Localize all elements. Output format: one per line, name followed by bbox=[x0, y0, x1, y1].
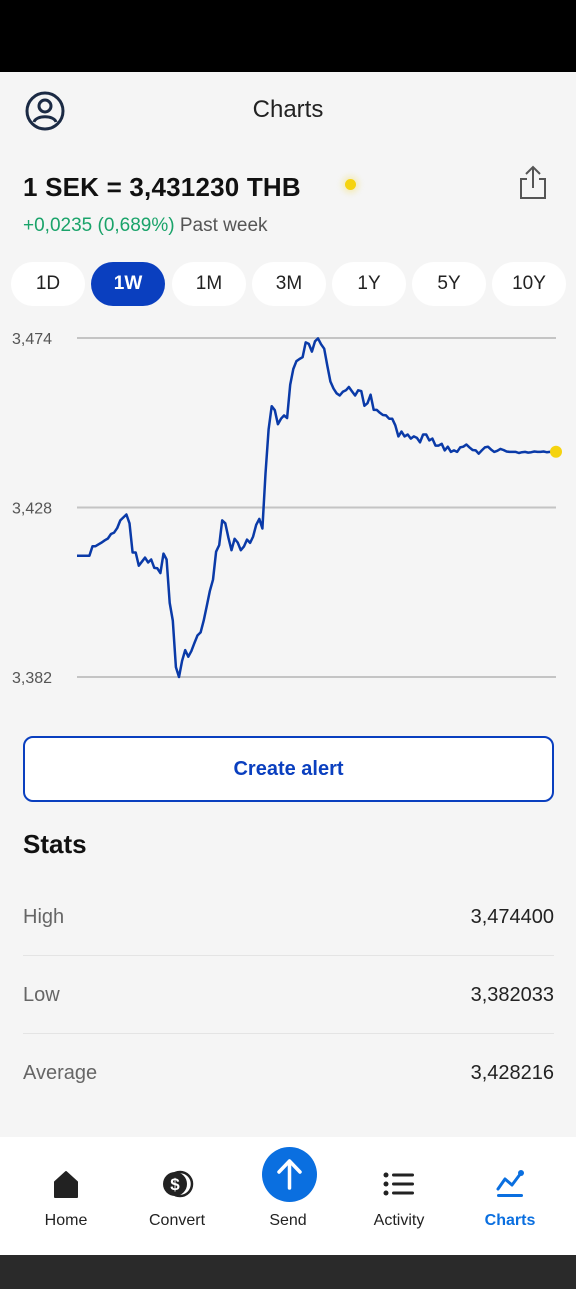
status-bar bbox=[0, 0, 576, 72]
stat-label: High bbox=[23, 906, 65, 928]
range-5y-button[interactable]: 5Y bbox=[412, 262, 486, 306]
live-indicator-dot bbox=[345, 179, 356, 190]
change-period: Past week bbox=[179, 215, 268, 236]
stat-row-high: High 3,474400 bbox=[23, 878, 554, 956]
nav-label: Charts bbox=[484, 1212, 536, 1229]
nav-label: Home bbox=[44, 1212, 88, 1229]
nav-label: Convert bbox=[148, 1212, 206, 1229]
send-icon bbox=[277, 1159, 302, 1190]
y-tick-label: 3,428 bbox=[12, 501, 52, 518]
range-1d-button[interactable]: 1D bbox=[11, 262, 85, 306]
y-tick-label: 3,474 bbox=[12, 331, 52, 348]
range-1m-button[interactable]: 1M bbox=[172, 262, 246, 306]
exchange-rate: 1 SEK = 3,431230 THB bbox=[23, 172, 301, 202]
range-3m-button[interactable]: 3M bbox=[252, 262, 326, 306]
convert-icon: $ bbox=[160, 1167, 194, 1201]
svg-text:$: $ bbox=[170, 1175, 180, 1194]
stat-label: Low bbox=[23, 984, 60, 1006]
charts-icon bbox=[493, 1167, 527, 1201]
system-nav-bar bbox=[0, 1255, 576, 1289]
stat-value: 3,382033 bbox=[470, 984, 554, 1006]
current-rate-marker bbox=[550, 445, 562, 458]
nav-label: Send bbox=[269, 1212, 307, 1229]
home-icon bbox=[49, 1167, 83, 1201]
share-icon[interactable] bbox=[516, 164, 550, 202]
activity-icon bbox=[382, 1167, 416, 1201]
nav-activity[interactable]: Activity bbox=[344, 1137, 454, 1255]
top-bar: Charts bbox=[0, 72, 576, 148]
stat-row-low: Low 3,382033 bbox=[23, 956, 554, 1034]
range-10y-button[interactable]: 10Y bbox=[492, 262, 566, 306]
stat-row-average: Average 3,428216 bbox=[23, 1034, 554, 1112]
y-tick-label: 3,382 bbox=[12, 670, 52, 687]
nav-label: Activity bbox=[373, 1212, 425, 1229]
create-alert-button[interactable]: Create alert bbox=[23, 736, 554, 802]
range-1y-button[interactable]: 1Y bbox=[332, 262, 406, 306]
change-value: +0,0235 (0,689%) bbox=[23, 215, 175, 236]
nav-convert[interactable]: $ Convert bbox=[122, 1137, 232, 1255]
stat-label: Average bbox=[23, 1062, 98, 1084]
rate-change: +0,0235 (0,689%) Past week bbox=[23, 215, 268, 237]
stat-value: 3,428216 bbox=[470, 1062, 554, 1084]
nav-home[interactable]: Home bbox=[11, 1137, 121, 1255]
page-title: Charts bbox=[252, 96, 324, 123]
stat-value: 3,474400 bbox=[470, 906, 554, 928]
range-selector: 1D 1W 1M 3M 1Y 5Y 10Y bbox=[11, 262, 567, 306]
range-1w-button[interactable]: 1W bbox=[91, 262, 165, 306]
nav-charts[interactable]: Charts bbox=[455, 1137, 565, 1255]
stats-title: Stats bbox=[23, 829, 87, 859]
send-button[interactable] bbox=[262, 1147, 317, 1202]
rate-chart[interactable]: 3,474 3,428 3,382 bbox=[0, 318, 576, 698]
